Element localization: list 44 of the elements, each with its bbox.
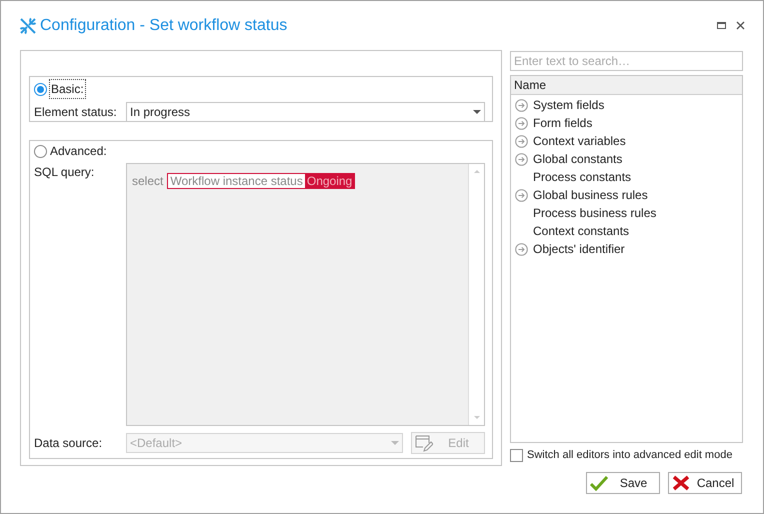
tree-item[interactable]: Global constants — [533, 150, 622, 168]
arrow-circle-icon[interactable] — [515, 188, 528, 202]
maximize-icon[interactable] — [717, 22, 726, 29]
tree-item[interactable]: Global business rules — [533, 186, 648, 204]
checkbox-label: Switch all editors into advanced edit mode — [527, 448, 732, 463]
tree-item[interactable]: Process business rules — [533, 204, 656, 222]
status-dropdown[interactable]: In progress — [126, 102, 485, 122]
field-label: Element status: — [34, 104, 118, 121]
radio-button[interactable] — [34, 82, 47, 96]
tree-item[interactable]: Context variables — [533, 132, 626, 150]
close-icon[interactable] — [736, 21, 745, 30]
tree-item[interactable]: System fields — [533, 96, 604, 114]
dropdown-arrow-icon — [391, 441, 399, 445]
checkbox[interactable] — [510, 448, 523, 462]
sql-keyword: select — [132, 173, 164, 189]
scroll-down-icon[interactable] — [474, 416, 480, 419]
edit-icon — [415, 434, 433, 452]
sql-editor[interactable]: select Workflow instance status Ongoing — [126, 163, 485, 426]
arrow-circle-icon[interactable] — [515, 116, 528, 130]
window-title: Configuration - Set workflow status — [40, 16, 288, 36]
arrow-circle-icon[interactable] — [515, 152, 528, 166]
tools-icon — [19, 16, 37, 34]
radio-label: Advanced: — [49, 143, 108, 160]
radio-label: Basic: — [49, 79, 86, 99]
scrollbar[interactable] — [468, 164, 484, 425]
cancel-button[interactable]: Cancel — [668, 472, 742, 494]
tree-item[interactable]: Objects' identifier — [533, 240, 625, 258]
column-header[interactable]: Name — [511, 76, 742, 95]
radio-button[interactable] — [34, 144, 47, 158]
field-label: SQL query: — [34, 164, 96, 181]
dropdown-arrow-icon — [473, 110, 481, 114]
save-button[interactable]: Save — [586, 472, 660, 494]
arrow-circle-icon[interactable] — [515, 98, 528, 112]
arrow-circle-icon[interactable] — [515, 134, 528, 148]
cross-icon — [672, 475, 690, 491]
arrow-circle-icon[interactable] — [515, 242, 528, 256]
tree-item[interactable]: Context constants — [533, 222, 630, 240]
checkmark-icon — [590, 475, 608, 491]
tree-item[interactable]: Form fields — [533, 114, 592, 132]
tree-item[interactable]: Process constants — [533, 168, 632, 186]
scroll-up-icon[interactable] — [474, 170, 480, 173]
search-field[interactable]: Enter text to search… — [510, 51, 743, 71]
field-label: Data source: — [34, 435, 104, 452]
sql-token[interactable]: Workflow instance status Ongoing — [167, 173, 356, 189]
